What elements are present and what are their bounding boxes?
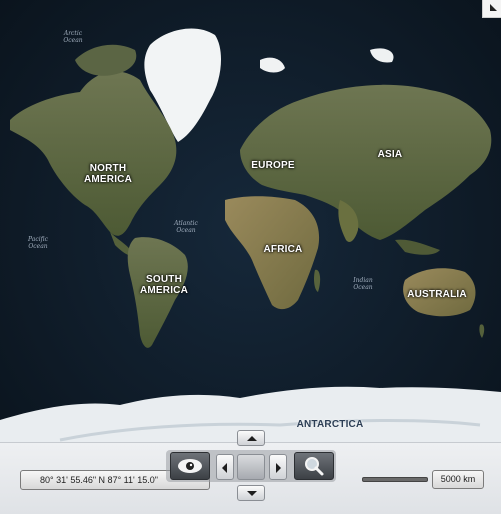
pan-left-button[interactable] bbox=[216, 454, 234, 480]
continent-label-australia: AUSTRALIA bbox=[407, 289, 467, 300]
eye-icon bbox=[178, 459, 202, 473]
arrow-up-icon bbox=[247, 436, 257, 441]
continent-label-antarctica: ANTARCTICA bbox=[296, 419, 364, 430]
ocean-label-arctic: Arctic Ocean bbox=[63, 30, 83, 44]
ocean-label-indian: Indian Ocean bbox=[353, 277, 373, 291]
magnifier-icon bbox=[305, 457, 324, 476]
view-mode-button[interactable] bbox=[170, 452, 210, 480]
pan-center-button[interactable] bbox=[237, 454, 265, 480]
zoom-button[interactable] bbox=[294, 452, 334, 480]
pan-down-button[interactable] bbox=[237, 485, 265, 501]
pan-right-button[interactable] bbox=[269, 454, 287, 480]
pan-up-button[interactable] bbox=[237, 430, 265, 446]
arrow-right-icon bbox=[276, 463, 281, 473]
continent-label-north-america: NORTH AMERICA bbox=[83, 163, 133, 185]
continent-label-asia: ASIA bbox=[377, 149, 403, 160]
navigation-control bbox=[166, 430, 336, 505]
scale-bar bbox=[362, 477, 428, 482]
continent-label-europe: EUROPE bbox=[251, 160, 295, 171]
corner-resize-icon[interactable] bbox=[482, 0, 501, 18]
continent-label-south-america: SOUTH AMERICA bbox=[139, 274, 189, 296]
arrow-down-icon bbox=[247, 491, 257, 496]
scale-label: 5000 km bbox=[432, 470, 484, 489]
continent-label-africa: AFRICA bbox=[263, 244, 303, 255]
ocean-label-pacific: Pacific Ocean bbox=[28, 236, 48, 250]
ocean-label-atlantic: Atlantic Ocean bbox=[174, 220, 198, 234]
arrow-left-icon bbox=[222, 463, 227, 473]
